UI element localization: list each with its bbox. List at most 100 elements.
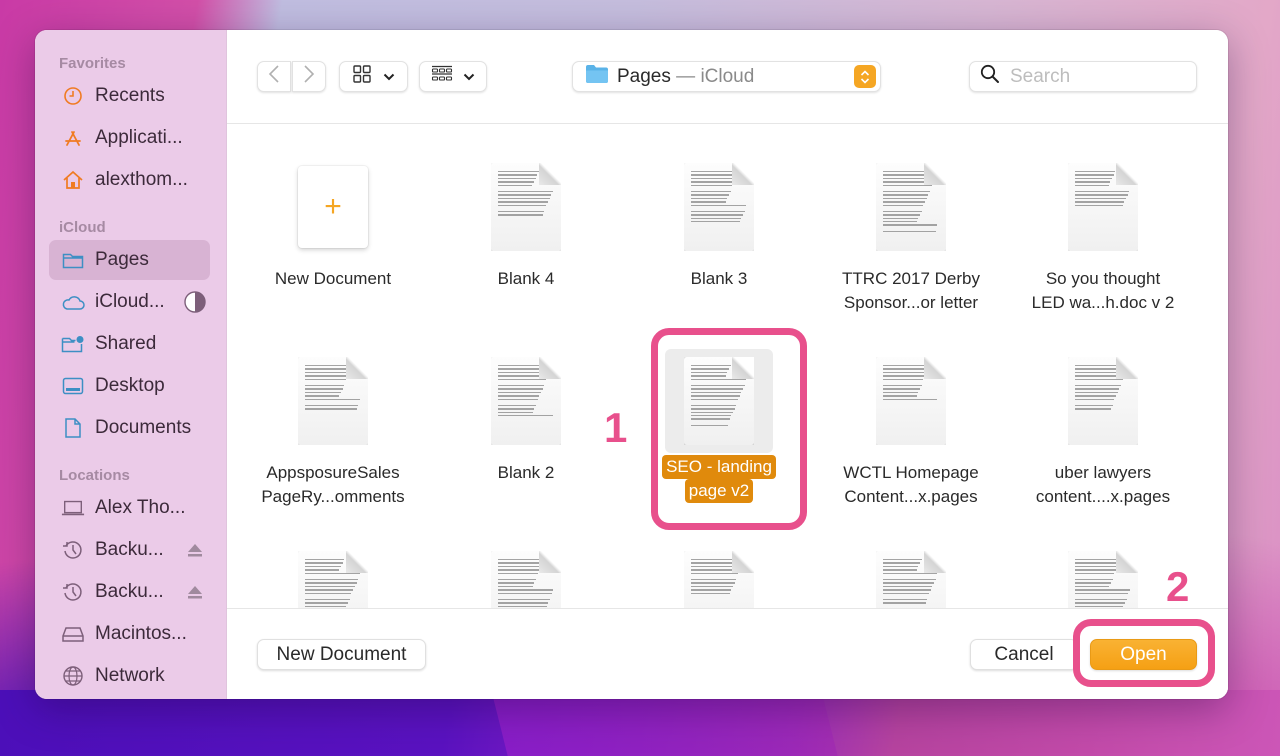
file-name: Blank 4	[498, 267, 555, 291]
sidebar-section-favorites: Favorites	[59, 55, 126, 72]
dialog-footer: New Document Cancel Open	[227, 608, 1228, 699]
file-name-line: page v2	[684, 479, 754, 503]
applications-icon	[61, 126, 85, 150]
document-icon	[298, 357, 368, 445]
sidebar-item-documents[interactable]: Documents	[49, 408, 210, 448]
network-icon	[61, 664, 85, 688]
location-folder-name: Pages	[617, 65, 671, 87]
document-icon	[876, 357, 946, 445]
file-name-line: uber lawyers	[1054, 463, 1152, 482]
file-name-line: WCTL Homepage	[843, 463, 979, 482]
document-icon	[684, 551, 754, 609]
home-icon	[61, 168, 85, 192]
file-item[interactable]	[243, 543, 423, 609]
file-thumbnail: +	[279, 155, 387, 259]
location-label: Pages — iCloud	[617, 66, 854, 88]
document-icon	[1068, 551, 1138, 609]
file-item[interactable]	[1013, 543, 1193, 609]
sidebar-item-shared[interactable]: Shared	[49, 324, 210, 364]
group-by-button[interactable]	[419, 61, 487, 92]
sidebar-item-recents[interactable]: Recents	[49, 76, 210, 116]
file-name-line: So you thought	[1045, 269, 1161, 288]
file-name-line: SEO - landing	[662, 455, 776, 479]
file-name-line: content....x.pages	[1035, 487, 1171, 506]
time-machine-icon	[61, 580, 85, 604]
sidebar-item-computer[interactable]: Alex Tho...	[49, 488, 210, 528]
new-document-button[interactable]: New Document	[257, 639, 426, 670]
file-item[interactable]	[436, 543, 616, 609]
file-grid: + New Document Blank 4 Blank 3 TTRC 2017 Der…	[227, 125, 1228, 609]
file-item[interactable]: WCTL Homepage Content...x.pages	[821, 349, 1001, 509]
sidebar-item-macintosh-hd[interactable]: Macintos...	[49, 614, 210, 654]
file-name-line: TTRC 2017 Derby	[842, 269, 980, 288]
toolbar: Pages — iCloud	[227, 30, 1228, 124]
location-source: iCloud	[700, 65, 755, 87]
file-item[interactable]: AppsposureSales PageRy...omments	[243, 349, 423, 509]
sidebar-item-home[interactable]: alexthom...	[49, 160, 210, 200]
file-name-line: Blank 3	[690, 269, 748, 288]
file-item[interactable]: Blank 3	[629, 155, 809, 291]
file-item-new-document[interactable]: + New Document	[243, 155, 423, 291]
search-input[interactable]	[1010, 65, 1180, 88]
document-icon	[684, 163, 754, 251]
file-item[interactable]: TTRC 2017 Derby Sponsor...or letter	[821, 155, 1001, 315]
file-item[interactable]: uber lawyers content....x.pages	[1013, 349, 1193, 509]
file-name: WCTL Homepage Content...x.pages	[843, 461, 978, 509]
file-thumbnail	[472, 543, 580, 609]
location-popup[interactable]: Pages — iCloud	[572, 61, 881, 92]
sidebar: Favorites Recents Applicati... alexthom.…	[35, 30, 227, 699]
cancel-button[interactable]: Cancel	[970, 639, 1078, 670]
drive-icon	[61, 622, 85, 646]
sidebar-item-pages[interactable]: Pages	[49, 240, 210, 280]
search-field[interactable]	[969, 61, 1197, 92]
file-thumbnail	[472, 349, 580, 453]
eject-icon[interactable]	[184, 581, 206, 603]
file-item[interactable]	[629, 543, 809, 609]
document-icon	[61, 416, 85, 440]
file-item[interactable]	[821, 543, 1001, 609]
forward-button[interactable]	[292, 61, 326, 92]
sidebar-item-applications[interactable]: Applicati...	[49, 118, 210, 158]
wallpaper-swoosh	[491, 690, 839, 756]
document-icon	[1068, 357, 1138, 445]
shared-folder-icon	[61, 332, 85, 356]
open-button[interactable]: Open	[1090, 639, 1197, 670]
sidebar-item-network[interactable]: Network	[49, 656, 210, 696]
open-file-dialog: Favorites Recents Applicati... alexthom.…	[35, 30, 1228, 699]
sidebar-item-icloud-drive[interactable]: iCloud...	[49, 282, 210, 322]
file-thumbnail	[279, 543, 387, 609]
file-thumbnail	[665, 155, 773, 259]
file-browser: Pages — iCloud + New Document Blank 4 Blank…	[227, 30, 1228, 699]
popup-stepper-icon	[854, 65, 876, 88]
file-thumbnail	[665, 543, 773, 609]
file-item[interactable]: Blank 2	[436, 349, 616, 485]
location-separator: —	[670, 65, 701, 87]
document-icon	[491, 357, 561, 445]
file-name-line: LED wa...h.doc v 2	[1031, 293, 1175, 312]
grid-view-icon	[352, 65, 371, 88]
file-name: SEO - landing page v2	[662, 455, 776, 503]
file-name-line: New Document	[274, 269, 392, 288]
file-item[interactable]: Blank 4	[436, 155, 616, 291]
file-name-line: AppsposureSales	[266, 463, 400, 482]
file-thumbnail	[857, 543, 965, 609]
sidebar-item-desktop[interactable]: Desktop	[49, 366, 210, 406]
chevron-down-icon	[383, 68, 395, 86]
file-item[interactable]: So you thought LED wa...h.doc v 2	[1013, 155, 1193, 315]
sidebar-item-backup-2[interactable]: Backu...	[49, 572, 210, 612]
sidebar-section-icloud: iCloud	[59, 219, 106, 236]
file-item-selected[interactable]: SEO - landing page v2	[629, 349, 809, 503]
document-icon	[491, 163, 561, 251]
file-thumbnail	[279, 349, 387, 453]
sidebar-item-backup-1[interactable]: Backu...	[49, 530, 210, 570]
laptop-icon	[61, 496, 85, 520]
chevron-down-icon	[463, 68, 475, 86]
file-name: uber lawyers content....x.pages	[1036, 461, 1170, 509]
back-button[interactable]	[257, 61, 291, 92]
view-mode-button[interactable]	[339, 61, 408, 92]
cloud-icon	[61, 290, 85, 314]
file-thumbnail	[857, 155, 965, 259]
file-name-line: PageRy...omments	[261, 487, 405, 506]
sidebar-section-locations: Locations	[59, 467, 130, 484]
eject-icon[interactable]	[184, 539, 206, 561]
